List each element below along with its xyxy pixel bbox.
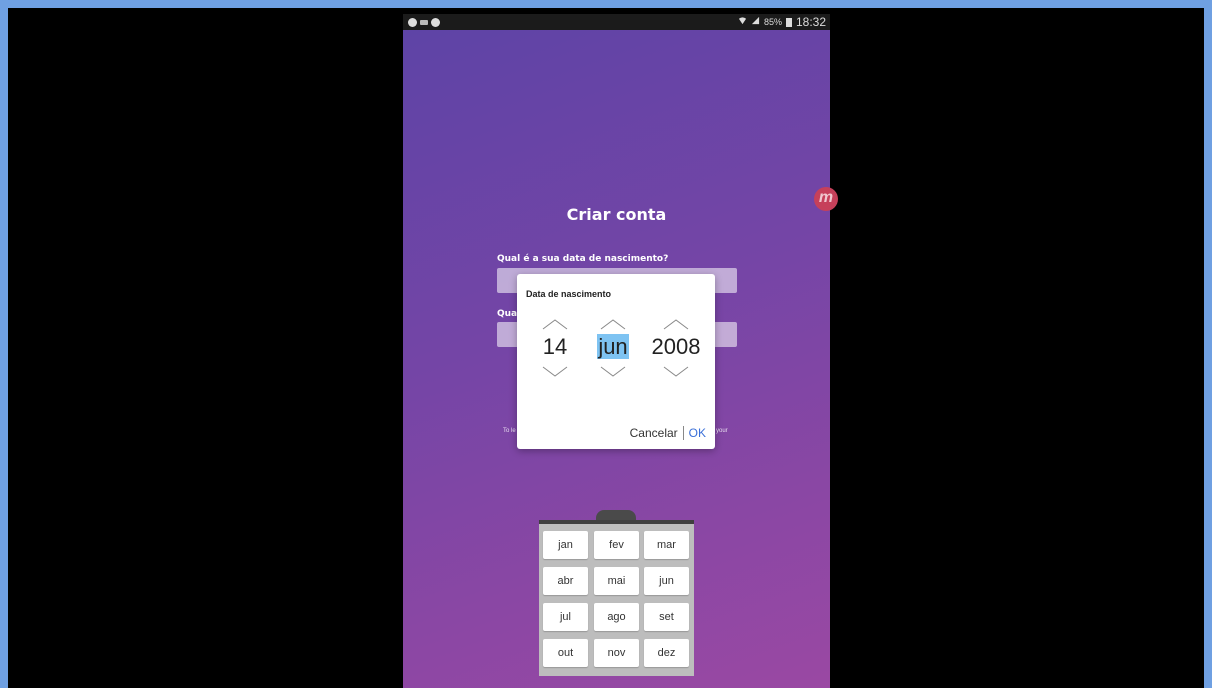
chevron-up-icon[interactable] [663,318,689,330]
page-title: Criar conta [566,205,667,224]
month-keypad: jan fev mar abr mai jun jul ago set out … [539,520,694,676]
month-selected-text: jun [597,334,629,359]
month-key-dez[interactable]: dez [644,639,689,667]
month-key-jan[interactable]: jan [543,531,588,559]
email-icon [420,19,428,25]
ok-button[interactable]: OK [682,426,706,440]
date-picker-dialog: Data de nascimento 14 jun 2008 Cancelar … [517,274,715,449]
battery-icon [785,17,792,27]
signal-icon [751,14,760,30]
month-key-out[interactable]: out [543,639,588,667]
month-picker: jun [583,318,643,378]
status-right: 85% 18:32 [738,14,826,30]
chevron-up-icon[interactable] [542,318,568,330]
year-picker: 2008 [646,318,706,378]
month-key-mar[interactable]: mar [644,531,689,559]
month-key-ago[interactable]: ago [594,603,639,631]
second-field-label: Qua [497,309,518,319]
dialog-title: Data de nascimento [526,289,612,299]
terms-text-left: To le [503,428,516,434]
clock: 18:32 [795,15,826,29]
chevron-down-icon[interactable] [663,366,689,378]
chevron-down-icon[interactable] [542,366,568,378]
chevron-up-icon[interactable] [600,318,626,330]
cancel-button[interactable]: Cancelar [630,426,678,440]
month-key-abr[interactable]: abr [543,567,588,595]
notification-icons [408,14,440,30]
month-key-jun[interactable]: jun [644,567,689,595]
month-key-mai[interactable]: mai [594,567,639,595]
battery-percent: 85% [763,17,782,27]
chevron-down-icon[interactable] [600,366,626,378]
status-bar: 85% 18:32 [403,14,830,30]
birth-date-label: Qual é a sua data de nascimento? [497,254,669,264]
day-picker: 14 [525,318,585,378]
month-key-set[interactable]: set [644,603,689,631]
terms-text-right: your [716,428,728,434]
month-value[interactable]: jun [583,331,643,363]
dialog-buttons: Cancelar OK [630,426,706,440]
month-key-nov[interactable]: nov [594,639,639,667]
month-key-fev[interactable]: fev [594,531,639,559]
spotify-icon [431,17,440,27]
wifi-icon [738,14,747,30]
month-key-jul[interactable]: jul [543,603,588,631]
day-value[interactable]: 14 [525,331,585,363]
floating-app-icon[interactable]: m [814,187,838,211]
year-value[interactable]: 2008 [646,331,706,363]
notification-icon [408,17,417,27]
